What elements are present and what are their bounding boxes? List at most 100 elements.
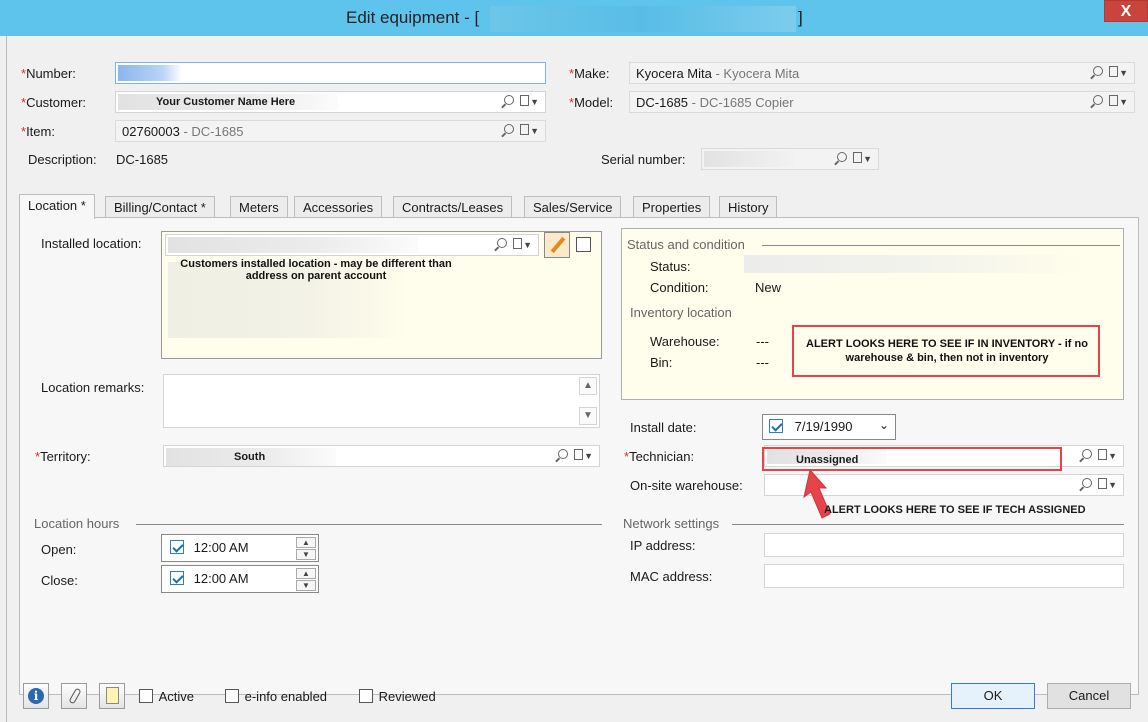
chevron-down-icon[interactable]: ▼ [1108,451,1119,461]
number-input[interactable] [115,62,546,84]
tab-history[interactable]: History [719,196,778,218]
close-enabled-checkbox[interactable] [170,571,184,585]
page-icon[interactable] [574,449,584,460]
reviewed-option[interactable]: Reviewed [359,689,436,704]
customer-label: *Customer: [21,95,87,110]
info-button[interactable]: i [23,683,49,709]
cancel-button[interactable]: Cancel [1047,683,1131,709]
tab-contracts-leases[interactable]: Contracts/Leases [393,196,513,218]
scroll-down-button[interactable]: ▼ [579,407,597,425]
model-label: *Model: [569,95,614,110]
install-date-picker[interactable]: 7/19/1990 ⌄ [762,414,896,440]
page-icon[interactable] [1109,66,1119,77]
spin-up-button[interactable]: ▲ [296,568,316,579]
model-field[interactable]: DC-1685 - DC-1685 Copier ▼ [629,91,1135,113]
page-icon[interactable] [1098,449,1108,460]
search-icon[interactable] [1082,478,1093,488]
serial-input[interactable]: ▼ [701,148,879,170]
einfo-checkbox[interactable] [225,689,239,703]
item-field[interactable]: 02760003 - DC-1685 ▼ [115,120,546,142]
chevron-down-icon[interactable]: ▼ [1119,68,1130,78]
customer-field[interactable]: Your Customer Name Here ▼ [115,91,546,113]
territory-field[interactable]: South ▼ [163,445,600,467]
tab-meters[interactable]: Meters [230,196,288,218]
chevron-down-icon[interactable]: ▼ [1119,97,1130,107]
active-option[interactable]: Active [139,689,194,704]
reviewed-label: Reviewed [378,689,436,704]
install-date-checkbox[interactable] [769,419,783,433]
chevron-down-icon[interactable]: ▼ [1108,480,1119,490]
info-icon: i [28,688,44,704]
installed-location-label: Installed location: [41,236,142,251]
attach-button[interactable] [61,683,87,709]
chevron-down-icon[interactable]: ▼ [523,240,534,250]
mac-address-input[interactable] [764,564,1124,588]
tab-properties[interactable]: Properties [633,196,711,218]
page-icon[interactable] [1098,478,1108,489]
search-icon[interactable] [1093,95,1104,105]
description-label: Description: [28,152,97,167]
location-remarks-input[interactable]: ▲ ▼ [163,374,600,428]
einfo-label: e-info enabled [244,689,328,704]
close-label: Close: [41,573,78,588]
tab-accessories[interactable]: Accessories [294,196,383,218]
search-icon[interactable] [1093,66,1104,76]
title-bar: Edit equipment - [ ] X [0,0,1148,36]
page-icon[interactable] [520,95,530,106]
close-time-picker[interactable]: 12:00 AM ▲ ▼ [161,565,319,593]
search-icon[interactable] [837,152,848,162]
chevron-down-icon[interactable]: ▼ [530,126,541,136]
location-checkbox[interactable] [576,237,591,252]
edit-location-button[interactable] [544,232,570,258]
chevron-down-icon[interactable]: ▼ [584,451,595,461]
close-button[interactable]: X [1104,0,1148,22]
search-icon[interactable] [1082,449,1093,459]
open-enabled-checkbox[interactable] [170,540,184,554]
inventory-alert-note: ALERT LOOKS HERE TO SEE IF IN INVENTORY … [806,338,1088,364]
item-label: *Item: [21,124,55,139]
open-time-picker[interactable]: 12:00 AM ▲ ▼ [161,534,319,562]
window-title: Edit equipment - [ [346,8,480,27]
search-icon[interactable] [497,238,508,248]
spin-down-button[interactable]: ▼ [296,549,316,560]
spin-down-button[interactable]: ▼ [296,580,316,591]
number-label: *Number: [21,66,76,81]
tab-location[interactable]: Location * [19,194,95,219]
open-time-value: 12:00 AM [193,540,249,555]
serial-redacted [704,151,794,167]
active-checkbox[interactable] [139,689,153,703]
ip-address-input[interactable] [764,533,1124,557]
chevron-down-icon[interactable]: ▼ [863,154,874,164]
chevron-down-icon[interactable]: ⌄ [879,418,889,432]
warehouse-value: --- [756,334,769,349]
chevron-down-icon[interactable]: ▼ [530,97,541,107]
tab-sales-service[interactable]: Sales/Service [524,196,622,218]
ok-button[interactable]: OK [951,683,1035,709]
page-icon[interactable] [1109,95,1119,106]
network-settings-section: Network settings [623,516,720,531]
notes-button[interactable] [99,683,125,709]
spin-up-button[interactable]: ▲ [296,537,316,548]
item-value: 02760003 [122,124,180,139]
installed-location-note: Customers installed location - may be di… [180,258,452,282]
search-icon[interactable] [504,124,515,134]
scroll-up-button[interactable]: ▲ [579,377,597,395]
make-sub: - Kyocera Mita [711,66,800,81]
page-icon[interactable] [853,152,863,163]
page-icon[interactable] [520,124,530,135]
einfo-option[interactable]: e-info enabled [225,689,327,704]
install-date-value: 7/19/1990 [794,419,853,434]
status-panel: Status and condition Status: Condition: … [621,228,1124,400]
tab-billing-contact[interactable]: Billing/Contact * [105,196,215,218]
item-sub: - DC-1685 [179,124,244,139]
window-title-suffix: ] [798,8,803,27]
status-label: Status: [650,259,691,274]
make-field[interactable]: Kyocera Mita - Kyocera Mita ▼ [629,62,1135,84]
location-hours-section: Location hours [34,516,120,531]
page-icon[interactable] [513,238,523,249]
reviewed-checkbox[interactable] [359,689,373,703]
location-remarks-label: Location remarks: [41,380,145,395]
search-icon[interactable] [504,95,515,105]
installed-location-input[interactable]: ▼ [165,234,539,256]
search-icon[interactable] [558,449,569,459]
